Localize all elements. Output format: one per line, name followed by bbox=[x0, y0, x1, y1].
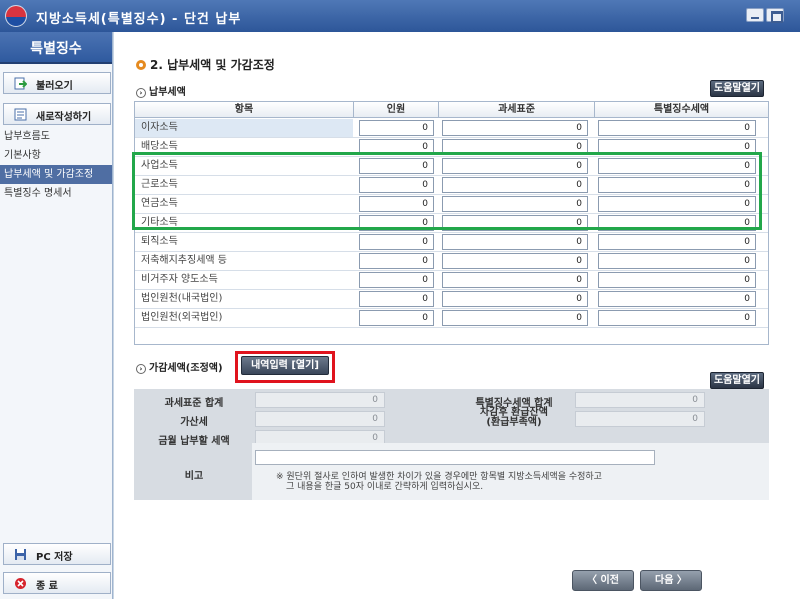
table-row: 비거주자 양도소득 0 0 0 bbox=[135, 271, 768, 290]
pc-save-label: PC 저장 bbox=[36, 552, 73, 563]
persons-input[interactable]: 0 bbox=[359, 291, 434, 307]
remark-note: ※ 원단위 절사로 인하여 발생한 차이가 있을 경우에만 항목별 지방소득세액… bbox=[276, 472, 602, 492]
help-button-adjust[interactable]: 도움말열기 bbox=[710, 372, 764, 389]
pc-save-button[interactable]: PC 저장 bbox=[3, 543, 111, 565]
persons-input[interactable]: 0 bbox=[359, 234, 434, 250]
main-panel: 2. 납부세액 및 가감조정 › 납부세액 도움말열기 항목 인원 과세표준 특별… bbox=[114, 32, 800, 599]
persons-input[interactable]: 0 bbox=[359, 120, 434, 136]
special-tax-input[interactable]: 0 bbox=[598, 272, 756, 288]
column-header-persons: 인원 bbox=[354, 102, 439, 118]
section-title: 2. 납부세액 및 가감조정 bbox=[136, 56, 275, 73]
tax-base-input[interactable]: 0 bbox=[442, 253, 588, 269]
highlight-box-income-rows bbox=[132, 152, 762, 230]
remark-input[interactable] bbox=[255, 450, 655, 465]
persons-input[interactable]: 0 bbox=[359, 272, 434, 288]
special-tax-input[interactable]: 0 bbox=[598, 253, 756, 269]
row-item-name: 저축해지추징세액 등 bbox=[135, 252, 353, 270]
special-tax-input[interactable]: 0 bbox=[598, 291, 756, 307]
table-row: 법인원천(외국법인) 0 0 0 bbox=[135, 309, 768, 328]
surcharge-label: 가산세 bbox=[180, 417, 208, 428]
load-button[interactable]: 불러오기 bbox=[3, 72, 111, 94]
table-row: 저축해지추징세액 등000 bbox=[135, 252, 768, 271]
special-tax-input[interactable]: 0 bbox=[598, 310, 756, 326]
tax-base-total-label: 과세표준 합계 bbox=[164, 398, 224, 409]
column-header-item: 항목 bbox=[135, 102, 354, 118]
sidebar: 특별징수 불러오기 새로작성하기 납부흐름도 기본사항 납부세액 및 가감조정 … bbox=[0, 32, 113, 599]
minimize-button[interactable] bbox=[746, 8, 764, 22]
refund-label: 차감후 환급잔액 (환급부족액) bbox=[480, 407, 548, 428]
exit-button[interactable]: 종 료 bbox=[3, 572, 111, 594]
footer-nav: 〈 이전 다음 〉 bbox=[114, 565, 800, 599]
help-button-tax[interactable]: 도움말열기 bbox=[710, 80, 764, 97]
persons-input[interactable]: 0 bbox=[359, 253, 434, 269]
persons-input[interactable]: 0 bbox=[359, 310, 434, 326]
column-header-tax-base: 과세표준 bbox=[439, 102, 595, 118]
chevron-circle-icon: › bbox=[136, 88, 146, 98]
exit-icon bbox=[15, 578, 26, 589]
next-button[interactable]: 다음 〉 bbox=[640, 570, 702, 591]
table-row: 이자소득 0 0 0 bbox=[135, 119, 768, 138]
exit-label: 종 료 bbox=[36, 581, 58, 592]
window-title: 지방소득세(특별징수) - 단건 납부 bbox=[36, 12, 242, 27]
special-tax-input[interactable]: 0 bbox=[598, 234, 756, 250]
new-document-label: 새로작성하기 bbox=[36, 112, 92, 123]
section-bullet-icon bbox=[136, 60, 146, 70]
row-item-name: 이자소득 bbox=[135, 119, 353, 137]
row-item-name: 퇴직소득 bbox=[135, 233, 353, 251]
surcharge-field: 0 bbox=[255, 411, 385, 427]
special-tax-total-field: 0 bbox=[575, 392, 705, 408]
tax-base-input[interactable]: 0 bbox=[442, 310, 588, 326]
load-button-label: 불러오기 bbox=[36, 81, 73, 92]
row-item-name: 법인원천(내국법인) bbox=[135, 290, 353, 308]
table-row: 퇴직소득 0 0 0 bbox=[135, 233, 768, 252]
prev-button[interactable]: 〈 이전 bbox=[572, 570, 634, 591]
load-file-icon bbox=[14, 77, 27, 90]
adjust-subtitle: › 가감세액(조정액) bbox=[136, 359, 223, 374]
special-tax-input[interactable]: 0 bbox=[598, 120, 756, 136]
sidebar-item-specification[interactable]: 특별징수 명세서 bbox=[0, 184, 112, 203]
floppy-disk-icon bbox=[15, 549, 26, 560]
sidebar-header: 특별징수 bbox=[0, 32, 112, 64]
maximize-button[interactable] bbox=[766, 8, 784, 23]
new-document-button[interactable]: 새로작성하기 bbox=[3, 103, 111, 125]
open-detail-button[interactable]: 내역입력 [열기] bbox=[241, 356, 329, 375]
tax-base-total-field: 0 bbox=[255, 392, 385, 408]
adjust-form: 과세표준 합계 0 특별징수세액 합계 0 가산세 0 차감후 환급잔액 (환급부… bbox=[134, 389, 769, 500]
sidebar-item-basic-info[interactable]: 기본사항 bbox=[0, 146, 112, 165]
tax-subtitle: › 납부세액 bbox=[136, 83, 186, 98]
tax-base-input[interactable]: 0 bbox=[442, 120, 588, 136]
tax-table-header: 항목 인원 과세표준 특별징수세액 bbox=[135, 102, 768, 118]
row-item-name: 비거주자 양도소득 bbox=[135, 271, 353, 289]
remark-label: 비고 bbox=[184, 471, 204, 482]
new-document-icon bbox=[14, 108, 27, 121]
column-header-special-tax: 특별징수세액 bbox=[653, 104, 710, 115]
chevron-circle-icon: › bbox=[136, 364, 146, 374]
title-bar: 지방소득세(특별징수) - 단건 납부 bbox=[0, 0, 800, 32]
row-item-name: 법인원천(외국법인) bbox=[135, 309, 353, 327]
app-logo-icon bbox=[5, 5, 27, 27]
sidebar-item-tax-adjustment[interactable]: 납부세액 및 가감조정 bbox=[0, 165, 112, 184]
refund-field: 0 bbox=[575, 411, 705, 427]
tax-base-input[interactable]: 0 bbox=[442, 291, 588, 307]
sidebar-item-flowchart[interactable]: 납부흐름도 bbox=[0, 127, 112, 146]
tax-base-input[interactable]: 0 bbox=[442, 272, 588, 288]
payable-label: 금월 납부할 세액 bbox=[158, 436, 230, 447]
table-row: 법인원천(내국법인) 0 0 0 bbox=[135, 290, 768, 309]
tax-base-input[interactable]: 0 bbox=[442, 234, 588, 250]
